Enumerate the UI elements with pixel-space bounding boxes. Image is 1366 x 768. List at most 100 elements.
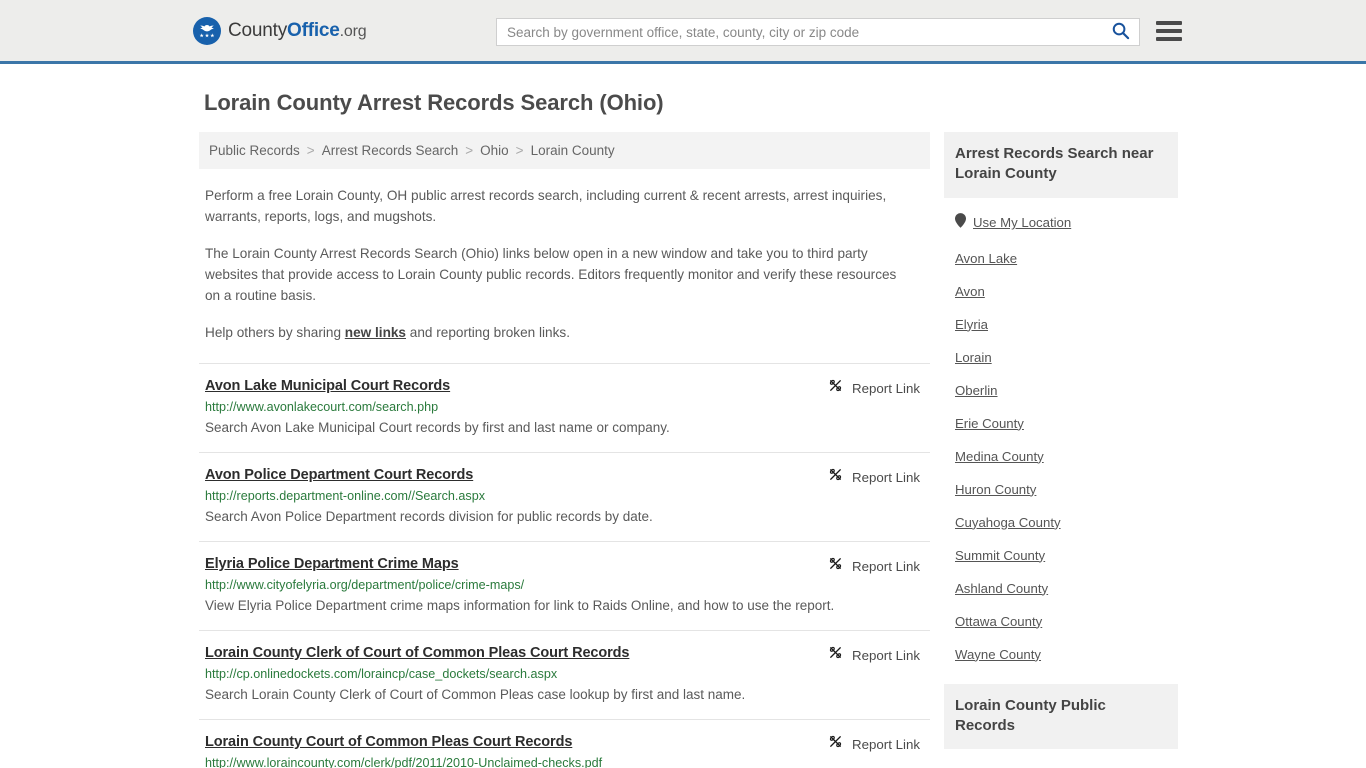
sidebar-link[interactable]: Huron County [955, 482, 1036, 497]
broken-link-icon [827, 733, 844, 755]
sidebar-link[interactable]: Ottawa County [955, 614, 1042, 629]
main-column: Public Records > Arrest Records Search >… [199, 132, 930, 768]
intro-paragraph-1: Perform a free Lorain County, OH public … [205, 188, 887, 225]
site-header: CountyOffice.org [0, 0, 1366, 64]
intro-paragraph-3-post: and reporting broken links. [406, 325, 570, 341]
page-container: Lorain County Arrest Records Search (Ohi… [0, 90, 1366, 768]
sidebar-item-ottawa-county[interactable]: Ottawa County [955, 605, 1178, 638]
result-description: View Elyria Police Department crime maps… [205, 598, 835, 614]
sidebar-link[interactable]: Erie County [955, 416, 1024, 431]
result-title-link[interactable]: Elyria Police Department Crime Maps [205, 556, 459, 572]
result-title-link[interactable]: Avon Lake Municipal Court Records [205, 378, 450, 394]
broken-link-icon [827, 644, 844, 666]
breadcrumb-item-arrest-records-search[interactable]: Arrest Records Search [322, 143, 459, 158]
eagle-seal-icon [193, 16, 221, 45]
sidebar-nearby-heading: Arrest Records Search near Lorain County [944, 132, 1178, 198]
result-item: Avon Police Department Court Records htt… [199, 452, 930, 541]
brand-part-org: .org [339, 22, 367, 40]
sidebar-link[interactable]: Elyria [955, 317, 988, 332]
sidebar-public-records-heading: Lorain County Public Records [944, 683, 1178, 749]
page-title: Lorain County Arrest Records Search (Ohi… [204, 90, 664, 115]
intro-paragraph-2: The Lorain County Arrest Records Search … [205, 246, 897, 304]
report-link-label: Report Link [852, 380, 920, 396]
result-item: Lorain County Clerk of Court of Common P… [199, 630, 930, 719]
result-description: Search Lorain County Clerk of Court of C… [205, 687, 746, 703]
map-pin-icon [955, 212, 966, 233]
sidebar-link[interactable]: Summit County [955, 548, 1045, 563]
sidebar-item-huron-county[interactable]: Huron County [955, 473, 1178, 506]
sidebar-link[interactable]: Cuyahoga County [955, 515, 1061, 530]
report-link-button[interactable]: Report Link [827, 377, 920, 399]
intro-section: Perform a free Lorain County, OH public … [199, 185, 930, 343]
brand-part-office: Office [287, 19, 340, 41]
search-bar[interactable] [496, 18, 1140, 46]
sidebar-item-avon[interactable]: Avon [955, 275, 1178, 308]
breadcrumb: Public Records > Arrest Records Search >… [199, 132, 930, 169]
breadcrumb-separator: > [306, 143, 315, 158]
result-title-link[interactable]: Lorain County Clerk of Court of Common P… [205, 645, 630, 661]
breadcrumb-item-ohio[interactable]: Ohio [480, 143, 509, 158]
site-logo-text: CountyOffice.org [228, 19, 367, 42]
result-url: http://www.cityofelyria.org/department/p… [205, 578, 525, 593]
sidebar-item-medina-county[interactable]: Medina County [955, 440, 1178, 473]
sidebar-link[interactable]: Avon Lake [955, 251, 1017, 266]
search-icon [1111, 21, 1130, 43]
sidebar-link[interactable]: Wayne County [955, 647, 1041, 662]
sidebar-item-wayne-county[interactable]: Wayne County [955, 638, 1178, 671]
sidebar-item-elyria[interactable]: Elyria [955, 308, 1178, 341]
sidebar-item-cuyahoga-county[interactable]: Cuyahoga County [955, 506, 1178, 539]
result-item: Avon Lake Municipal Court Records http:/… [199, 363, 930, 452]
breadcrumb-separator: > [465, 143, 474, 158]
result-url: http://cp.onlinedockets.com/loraincp/cas… [205, 667, 558, 682]
result-url: http://reports.department-online.com//Se… [205, 489, 486, 504]
content-columns: Public Records > Arrest Records Search >… [199, 132, 1178, 768]
intro-paragraph-3-pre: Help others by sharing [205, 325, 345, 341]
sidebar-item-lorain[interactable]: Lorain [955, 341, 1178, 374]
breadcrumb-item-lorain-county: Lorain County [530, 143, 615, 158]
sidebar-item-summit-county[interactable]: Summit County [955, 539, 1178, 572]
broken-link-icon [827, 377, 844, 399]
menu-bar-2 [1156, 29, 1182, 33]
report-link-label: Report Link [852, 469, 920, 485]
result-item: Lorain County Court of Common Pleas Cour… [199, 719, 930, 768]
sidebar-link[interactable]: Medina County [955, 449, 1044, 464]
result-item: Elyria Police Department Crime Maps http… [199, 541, 930, 630]
menu-bar-3 [1156, 37, 1182, 41]
broken-link-icon [827, 466, 844, 488]
report-link-button[interactable]: Report Link [827, 733, 920, 755]
result-description: Search Avon Police Department records di… [205, 509, 653, 525]
result-description: Search Avon Lake Municipal Court records… [205, 420, 670, 436]
broken-link-icon [827, 555, 844, 577]
report-link-label: Report Link [852, 558, 920, 574]
sidebar-link[interactable]: Ashland County [955, 581, 1048, 596]
sidebar-nearby-links: Use My Location Avon Lake Avon Elyria Lo… [944, 198, 1178, 671]
result-url: http://www.avonlakecourt.com/search.php [205, 400, 439, 415]
breadcrumb-item-public-records[interactable]: Public Records [209, 143, 300, 158]
report-link-button[interactable]: Report Link [827, 644, 920, 666]
sidebar-item-ashland-county[interactable]: Ashland County [955, 572, 1178, 605]
sidebar-link[interactable]: Lorain [955, 350, 992, 365]
report-link-button[interactable]: Report Link [827, 555, 920, 577]
brand-part-county: County [228, 19, 288, 41]
result-title-link[interactable]: Avon Police Department Court Records [205, 467, 473, 483]
breadcrumb-separator: > [515, 143, 524, 158]
sidebar: Arrest Records Search near Lorain County… [944, 132, 1178, 749]
sidebar-item-erie-county[interactable]: Erie County [955, 407, 1178, 440]
sidebar-item-oberlin[interactable]: Oberlin [955, 374, 1178, 407]
report-link-label: Report Link [852, 647, 920, 663]
new-links-link[interactable]: new links [345, 325, 406, 340]
result-title-link[interactable]: Lorain County Court of Common Pleas Cour… [205, 734, 572, 750]
search-button[interactable] [1101, 19, 1139, 45]
sidebar-link[interactable]: Avon [955, 284, 985, 299]
sidebar-use-my-location-link[interactable]: Use My Location [973, 215, 1071, 230]
hamburger-menu-icon[interactable] [1156, 19, 1182, 43]
report-link-button[interactable]: Report Link [827, 466, 920, 488]
search-input[interactable] [497, 19, 1101, 45]
sidebar-use-my-location-row[interactable]: Use My Location [955, 204, 1178, 242]
report-link-label: Report Link [852, 736, 920, 752]
result-url: http://www.loraincounty.com/clerk/pdf/20… [205, 756, 603, 768]
sidebar-link[interactable]: Oberlin [955, 383, 998, 398]
results-list: Avon Lake Municipal Court Records http:/… [199, 363, 930, 768]
sidebar-item-avon-lake[interactable]: Avon Lake [955, 242, 1178, 275]
site-logo-link[interactable]: CountyOffice.org [193, 16, 367, 45]
